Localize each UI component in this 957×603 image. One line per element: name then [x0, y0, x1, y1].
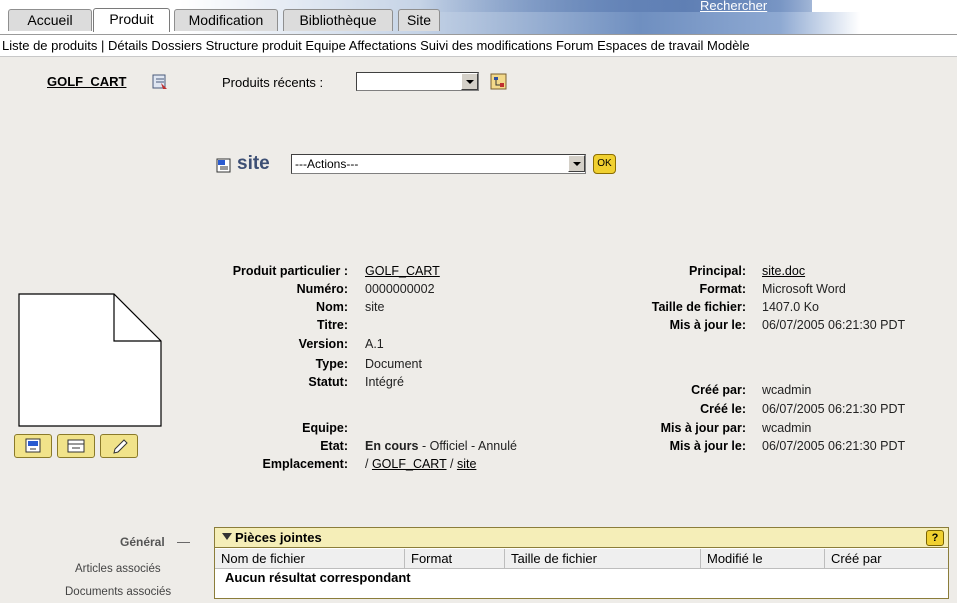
label-cree-par: Créé par:: [691, 383, 746, 397]
label-equipe: Equipe:: [302, 421, 348, 435]
search-input[interactable]: [812, 0, 957, 12]
download-button[interactable]: [57, 434, 95, 458]
header-band-highlight: [420, 0, 860, 12]
tab-site[interactable]: Site: [398, 9, 440, 31]
subnav-equipe[interactable]: Equipe: [305, 38, 345, 53]
subnav-dossiers[interactable]: Dossiers: [151, 38, 202, 53]
tab-accueil[interactable]: Accueil: [8, 9, 92, 31]
path-link-golf-cart[interactable]: GOLF_CART: [372, 457, 447, 471]
value-cree-par: wcadmin: [762, 383, 812, 397]
attachments-panel-header[interactable]: Pièces jointes ?: [215, 528, 948, 548]
path-link-site[interactable]: site: [457, 457, 476, 471]
actions-select-value: ---Actions---: [295, 157, 359, 171]
subnav-separator: |: [101, 38, 105, 53]
subnav-liste-produits[interactable]: Liste de produits: [2, 38, 97, 53]
attachments-title: Pièces jointes: [235, 530, 322, 545]
value-statut: Intégré: [365, 375, 404, 389]
document-thumbnail: [18, 293, 162, 427]
collapse-dash-icon[interactable]: —: [177, 534, 190, 549]
label-cree-le: Créé le:: [700, 402, 746, 416]
subnav-affectations[interactable]: Affectations: [349, 38, 417, 53]
value-nom: site: [365, 300, 385, 314]
label-mis-a-jour-le: Mis à jour le:: [669, 318, 746, 332]
value-numero: 0000000002: [365, 282, 435, 296]
chevron-down-icon[interactable]: [568, 155, 585, 172]
document-icon: [216, 156, 234, 177]
label-format: Format:: [699, 282, 746, 296]
column-taille-fichier[interactable]: Taille de fichier: [505, 549, 701, 568]
tab-produit[interactable]: Produit: [93, 8, 170, 32]
subnav-suivi-modifications[interactable]: Suivi des modifications: [420, 38, 552, 53]
object-title: site: [237, 153, 270, 174]
value-mis-a-jour-par: wcadmin: [762, 421, 812, 435]
sidenav-general[interactable]: Général: [120, 535, 165, 549]
label-numero: Numéro:: [296, 282, 348, 296]
sidenav-articles-associes[interactable]: Articles associés: [75, 563, 161, 575]
product-icon[interactable]: [150, 73, 170, 94]
recent-products-label: Produits récents :: [222, 75, 324, 90]
value-cree-le: 06/07/2005 06:21:30 PDT: [762, 402, 906, 416]
value-etat-rest: - Officiel - Annulé: [418, 439, 517, 453]
subnav-forum[interactable]: Forum: [556, 38, 594, 53]
column-cree-par[interactable]: Créé par: [825, 549, 948, 568]
value-etat: En cours - Officiel - Annulé: [365, 439, 517, 453]
column-format[interactable]: Format: [405, 549, 505, 568]
label-mis-a-jour-le-2: Mis à jour le:: [669, 439, 746, 453]
label-etat: Etat:: [320, 439, 348, 453]
value-mis-a-jour-le-2: 06/07/2005 06:21:30 PDT: [762, 439, 906, 453]
actions-select[interactable]: ---Actions---: [291, 154, 586, 174]
value-taille-fichier: 1407.0 Ko: [762, 300, 819, 314]
product-name-link[interactable]: GOLF_CART: [47, 74, 126, 89]
subnav-structure-produit[interactable]: Structure produit: [206, 38, 302, 53]
label-produit-particulier: Produit particulier :: [232, 264, 348, 278]
path-prefix: /: [365, 457, 372, 471]
ok-button[interactable]: OK: [593, 154, 616, 174]
path-sep: /: [446, 457, 457, 471]
edit-pencil-button[interactable]: [100, 434, 138, 458]
attachments-column-headers: Nom de fichier Format Taille de fichier …: [215, 549, 948, 569]
column-nom-fichier[interactable]: Nom de fichier: [215, 549, 405, 568]
value-principal-link[interactable]: site.doc: [762, 264, 805, 278]
label-type: Type:: [315, 357, 348, 371]
product-tree-icon[interactable]: [490, 73, 508, 94]
sidenav-documents-associes[interactable]: Documents associés: [65, 586, 171, 598]
value-emplacement: / GOLF_CART / site: [365, 457, 476, 471]
subnav-modele[interactable]: Modèle: [707, 38, 750, 53]
label-mis-a-jour-par: Mis à jour par:: [660, 421, 746, 435]
top-tab-bar: Accueil Produit Modification Bibliothèqu…: [0, 0, 957, 35]
label-emplacement: Emplacement:: [262, 457, 348, 471]
recent-products-select[interactable]: [356, 72, 479, 91]
label-version: Version:: [298, 337, 348, 351]
label-taille-fichier: Taille de fichier:: [651, 300, 746, 314]
value-version: A.1: [365, 337, 384, 351]
value-mis-a-jour-le: 06/07/2005 06:21:30 PDT: [762, 318, 906, 332]
value-type: Document: [365, 357, 422, 371]
tab-modification[interactable]: Modification: [174, 9, 278, 31]
subnav-espaces-travail[interactable]: Espaces de travail: [597, 38, 703, 53]
label-principal: Principal:: [689, 264, 746, 278]
value-format: Microsoft Word: [762, 282, 846, 296]
value-produit-particulier-link[interactable]: GOLF_CART: [365, 264, 440, 278]
chevron-down-icon[interactable]: [461, 73, 478, 90]
value-etat-current: En cours: [365, 439, 419, 453]
view-content-button[interactable]: [14, 434, 52, 458]
label-statut: Statut:: [308, 375, 348, 389]
no-results-message: Aucun résultat correspondant: [225, 570, 411, 585]
column-modifie-le[interactable]: Modifié le: [701, 549, 825, 568]
attachments-panel: Pièces jointes ? Nom de fichier Format T…: [214, 527, 949, 599]
subnav-details[interactable]: Détails: [108, 38, 148, 53]
secondary-nav: Liste de produits | Détails Dossiers Str…: [0, 34, 957, 56]
label-nom: Nom:: [316, 300, 348, 314]
help-button[interactable]: ?: [926, 530, 944, 546]
collapse-triangle-icon[interactable]: [222, 533, 232, 540]
label-titre: Titre:: [316, 318, 348, 332]
tab-bibliotheque[interactable]: Bibliothèque: [283, 9, 393, 31]
search-link[interactable]: Rechercher: [700, 0, 767, 13]
